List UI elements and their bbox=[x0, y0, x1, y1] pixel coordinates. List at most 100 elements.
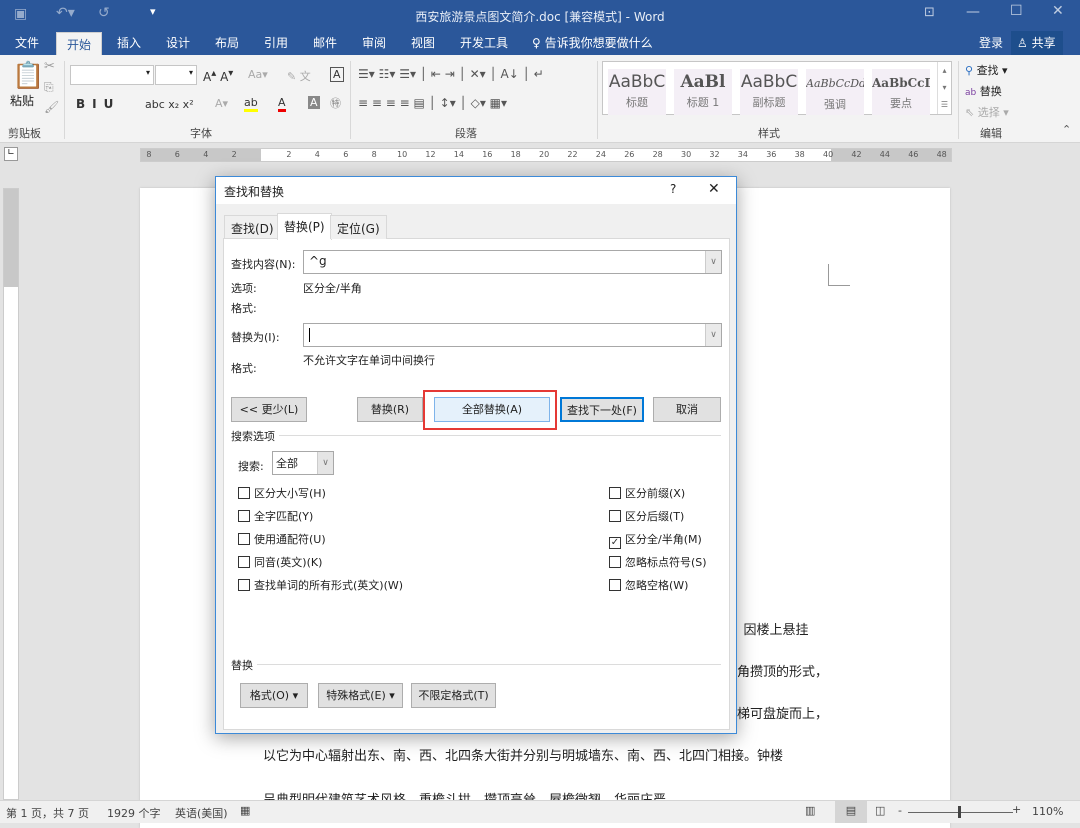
list-icons[interactable]: ☰▾ ☷▾ ☰▾ │ ⇤ ⇥ │ ✕▾ │ A↓ │ ↵ bbox=[358, 67, 544, 81]
text-effect-icon[interactable]: A▾ bbox=[215, 97, 228, 110]
checkbox-icon[interactable] bbox=[238, 556, 250, 568]
style-heading1[interactable]: AaBl 标题 1 bbox=[674, 69, 732, 115]
find-next-button[interactable]: 查找下一处(F) bbox=[560, 397, 644, 422]
tab-selector[interactable]: ∟ bbox=[4, 147, 18, 161]
checkbox-icon[interactable] bbox=[238, 510, 250, 522]
format-dropdown-button[interactable]: 格式(O) ▾ bbox=[240, 683, 308, 708]
checkbox-icon[interactable]: ✓ bbox=[609, 537, 621, 549]
paste-button[interactable]: 粘贴 bbox=[10, 92, 34, 109]
grow-font-icon[interactable]: A▴ A▾ bbox=[203, 68, 233, 84]
zoom-out-button[interactable]: - bbox=[898, 804, 902, 817]
login-link[interactable]: 登录 bbox=[979, 34, 1003, 51]
checkbox-icon[interactable] bbox=[238, 487, 250, 499]
vertical-ruler[interactable] bbox=[3, 188, 19, 800]
cancel-button[interactable]: 取消 bbox=[653, 397, 721, 422]
print-layout-icon[interactable]: ▤ bbox=[835, 801, 867, 823]
help-button[interactable]: ? bbox=[670, 182, 676, 196]
zoom-in-button[interactable]: + bbox=[1012, 803, 1021, 816]
checkbox-icon[interactable] bbox=[238, 579, 250, 591]
style-subtitle[interactable]: AaBbC 副标题 bbox=[740, 69, 798, 115]
tell-me-search[interactable]: ♀ 告诉我你想要做什么 bbox=[532, 34, 653, 51]
zoom-slider-thumb[interactable] bbox=[958, 806, 961, 818]
maximize-button[interactable]: ☐ bbox=[1010, 3, 1023, 19]
option-checkbox[interactable]: 忽略空格(W) bbox=[609, 577, 688, 593]
style-strong[interactable]: AaBbCcD 要点 bbox=[872, 69, 930, 115]
option-checkbox[interactable]: 忽略标点符号(S) bbox=[609, 554, 707, 570]
font-name-combo[interactable]: ▾ bbox=[70, 65, 154, 85]
char-border-icon[interactable]: A bbox=[330, 67, 344, 82]
tab-find[interactable]: 查找(D) bbox=[224, 215, 281, 239]
horizontal-ruler[interactable]: 8 6 4 2 2 4 6 8 10 12 14 16 18 20 22 24 26 28 30 32 34 36 38 40… bbox=[140, 148, 952, 162]
style-emphasis[interactable]: AaBbCcDd 强调 bbox=[806, 69, 864, 115]
char-shading-icon[interactable]: A bbox=[308, 96, 320, 109]
highlight-icon[interactable]: ab bbox=[244, 96, 258, 112]
align-icons[interactable]: ≡ ≡ ≡ ≡ ▤ │ ↕▾ │ ◇▾ ▦▾ bbox=[358, 96, 507, 110]
word-count[interactable]: 1929 个字 bbox=[107, 805, 161, 821]
tab-references[interactable]: 引用 bbox=[264, 34, 288, 51]
macro-icon[interactable]: ▦ bbox=[240, 804, 250, 817]
checkbox-icon[interactable] bbox=[238, 533, 250, 545]
close-window-button[interactable]: ✕ bbox=[1052, 3, 1064, 19]
replace-button[interactable]: ab 替换 bbox=[965, 83, 1002, 99]
font-size-combo[interactable]: ▾ bbox=[155, 65, 197, 85]
option-checkbox[interactable]: ✓ 区分全/半角(M) bbox=[609, 531, 702, 549]
web-layout-icon[interactable]: ◫ bbox=[875, 804, 885, 817]
option-checkbox[interactable]: 区分前缀(X) bbox=[609, 485, 685, 501]
minimize-button[interactable]: — bbox=[966, 4, 980, 20]
copy-icon[interactable]: ⎘ bbox=[44, 80, 54, 95]
tab-view[interactable]: 视图 bbox=[411, 34, 435, 51]
checkbox-icon[interactable] bbox=[609, 487, 621, 499]
replace-all-button[interactable]: 全部替换(A) bbox=[434, 397, 550, 422]
tab-review[interactable]: 审阅 bbox=[362, 34, 386, 51]
search-direction-select[interactable]: 全部 ∨ bbox=[272, 451, 334, 475]
format-painter-icon[interactable]: 🖌 bbox=[44, 100, 59, 114]
option-checkbox[interactable]: 区分后缀(T) bbox=[609, 508, 684, 524]
tab-developer[interactable]: 开发工具 bbox=[460, 34, 508, 51]
change-case-icon[interactable]: Aa▾ bbox=[248, 68, 268, 81]
font-style-buttons[interactable]: BIU bbox=[76, 97, 120, 111]
option-checkbox[interactable]: 区分大小写(H) bbox=[238, 485, 326, 501]
styles-scroll[interactable]: ▴ ▾ ☰ bbox=[937, 62, 951, 114]
tab-goto[interactable]: 定位(G) bbox=[330, 215, 387, 239]
font-color-icon[interactable]: A bbox=[278, 96, 286, 112]
less-button[interactable]: << 更少(L) bbox=[231, 397, 307, 422]
checkbox-icon[interactable] bbox=[609, 510, 621, 522]
tab-layout[interactable]: 布局 bbox=[215, 34, 239, 51]
share-button[interactable]: ♙ 共享 bbox=[1011, 31, 1063, 55]
option-checkbox[interactable]: 全字匹配(Y) bbox=[238, 508, 313, 524]
style-title[interactable]: AaBbC 标题 bbox=[608, 69, 666, 115]
option-checkbox[interactable]: 同音(英文)(K) bbox=[238, 554, 322, 570]
find-input[interactable]: ^g ∨ bbox=[303, 250, 722, 274]
ribbon-display-icon[interactable]: ⊡ bbox=[924, 5, 935, 20]
dialog-close-button[interactable]: ✕ bbox=[708, 181, 720, 197]
checkbox-icon[interactable] bbox=[609, 579, 621, 591]
chevron-down-icon[interactable]: ∨ bbox=[705, 324, 721, 346]
tab-design[interactable]: 设计 bbox=[166, 34, 190, 51]
paste-icon[interactable]: 📋 bbox=[12, 61, 44, 91]
cut-icon[interactable]: ✂ bbox=[44, 59, 55, 74]
tab-mailings[interactable]: 邮件 bbox=[313, 34, 337, 51]
language[interactable]: 英语(美国) bbox=[175, 805, 228, 821]
chevron-down-icon[interactable]: ∨ bbox=[705, 251, 721, 273]
page-count[interactable]: 第 1 页，共 7 页 bbox=[6, 805, 89, 821]
read-mode-icon[interactable]: ▥ bbox=[805, 804, 815, 817]
no-formatting-button[interactable]: 不限定格式(T) bbox=[411, 683, 496, 708]
checkbox-icon[interactable] bbox=[609, 556, 621, 568]
replace-input[interactable]: ∨ bbox=[303, 323, 722, 347]
replace-button[interactable]: 替换(R) bbox=[357, 397, 423, 422]
collapse-ribbon-icon[interactable]: ⌃ bbox=[1062, 123, 1071, 136]
option-checkbox[interactable]: 查找单词的所有形式(英文)(W) bbox=[238, 577, 403, 593]
chevron-down-icon[interactable]: ∨ bbox=[317, 452, 333, 474]
special-dropdown-button[interactable]: 特殊格式(E) ▾ bbox=[318, 683, 403, 708]
tab-home[interactable]: 开始 bbox=[56, 32, 103, 55]
option-checkbox[interactable]: 使用通配符(U) bbox=[238, 531, 326, 547]
tab-replace[interactable]: 替换(P) bbox=[277, 213, 332, 240]
clear-format-icon[interactable]: ✎ 文 bbox=[287, 68, 311, 84]
select-button[interactable]: ⇖ 选择 ▾ bbox=[965, 104, 1009, 120]
enclose-char-icon[interactable]: ㊕ bbox=[330, 95, 341, 111]
strike-sub-sup-icons[interactable]: abc x₂ x² bbox=[145, 98, 194, 111]
zoom-level[interactable]: 110% bbox=[1032, 805, 1063, 818]
tab-file[interactable]: 文件 bbox=[15, 34, 39, 51]
find-button[interactable]: ⚲ 查找 ▾ bbox=[965, 62, 1008, 78]
tab-insert[interactable]: 插入 bbox=[117, 34, 141, 51]
